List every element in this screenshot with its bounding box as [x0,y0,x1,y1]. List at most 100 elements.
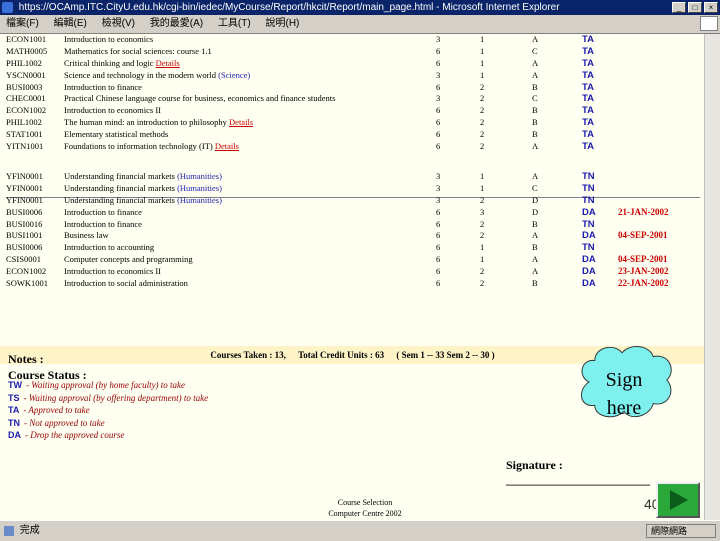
table-row: YFIN0001 Understanding financial markets … [6,183,698,195]
legend-text: - Not approved to take [24,417,105,428]
course-code: BUSI0016 [6,218,43,229]
legend-text: - Approved to take [23,405,90,415]
minimize-button[interactable]: _ [672,2,686,13]
category-link[interactable]: (Humanities) [177,171,222,181]
details-link[interactable]: Details [215,141,239,151]
course-status: TA [582,128,594,140]
table-row: MATH0005 Mathematics for social sciences:… [6,46,698,58]
menu-view[interactable]: 檢視(V) [102,18,135,29]
course-status: TA [582,81,594,93]
close-button[interactable]: × [704,2,718,13]
approved-courses-table: ECON1001 Introduction to economics 3 1 A TA MA… [6,34,698,152]
course-semester: 2 [480,230,485,241]
course-grade: B [532,81,538,92]
course-code: CHEC0001 [6,93,46,104]
course-semester: 1 [480,183,485,194]
course-title: Understanding financial markets (Humanit… [64,195,436,207]
course-units: 3 [436,93,441,104]
legend-code: TS [8,392,20,403]
category-link[interactable]: (Science) [218,70,250,80]
course-title: Introduction to finance [64,218,436,230]
table-row: BUSI0016 Introduction to finance 6 2 B TN [6,218,698,230]
menu-favorites[interactable]: 我的最愛(A) [150,18,203,29]
vertical-scrollbar[interactable] [704,34,720,520]
course-semester: 2 [480,218,485,229]
status-date [618,195,698,207]
table-row: CHEC0001 Practical Chinese language cours… [6,93,698,105]
internet-explorer-icon [2,2,13,13]
legend-text: - Waiting approval (by home faculty) to … [26,380,186,390]
legend-code: TA [8,405,20,415]
course-code: STAT1001 [6,128,43,139]
course-code: SOWK1001 [6,277,49,288]
slide-footer: Course Selection Computer Centre 2002 [300,497,430,519]
course-status: TA [582,46,594,58]
course-grade: A [532,57,539,68]
footer-course-selection: Course Selection [337,498,393,507]
course-title-text: Introduction to economics II [64,265,162,276]
course-grade: B [532,116,538,127]
course-title: Business law [64,230,436,242]
course-units: 6 [436,253,441,264]
course-units: 3 [436,171,441,182]
course-semester: 2 [480,265,485,276]
page-done-icon [4,526,14,536]
next-slide-button[interactable] [656,482,700,518]
course-grade: A [532,140,539,151]
course-title: Introduction to economics II [64,265,436,277]
table-row: YFIN0001 Understanding financial markets … [6,195,698,207]
course-status: TA [582,34,594,46]
legend-code: DA [8,430,21,440]
details-link[interactable]: Details [229,117,253,127]
course-title-text: Introduction to finance [64,81,142,92]
table-row: PHIL1002 The human mind: an introduction … [6,117,698,129]
category-link[interactable]: (Humanities) [177,195,222,205]
course-title-text: The human mind: an introduction to philo… [64,116,227,127]
course-code: ECON1002 [6,265,47,276]
details-link[interactable]: Details [156,58,180,68]
course-status: DA [582,277,596,289]
course-title-text: Understanding financial markets [64,171,175,182]
menu-tools[interactable]: 工具(T) [218,18,251,29]
course-title: Introduction to accounting [64,242,436,254]
courses-taken: Courses Taken : 13, [210,350,286,360]
course-title: Introduction to social administration [64,277,436,289]
table-row: BUSI0003 Introduction to finance 6 2 B TA [6,81,698,93]
window-controls: _ □ × [672,2,718,13]
course-semester: 1 [480,69,485,80]
menu-help[interactable]: 說明(H) [266,18,300,29]
course-title: Practical Chinese language course for bu… [64,93,436,105]
course-title-text: Foundations to information technology (I… [64,140,213,151]
status-bar: 完成 網際網路 [0,520,720,541]
course-status: TA [582,116,594,128]
course-title-text: Business law [64,230,109,241]
sign-here-text: Sign here [605,369,643,419]
legend-item: DA - Drop the approved course [8,429,208,442]
course-title: Science and technology in the modern wor… [64,69,436,81]
legend-item: TN - Not approved to take [8,417,208,430]
security-zone: 網際網路 [646,524,716,538]
course-status: TA [582,57,594,69]
course-status: TN [582,183,595,195]
course-units: 6 [436,128,441,139]
course-title: Critical thinking and logic Details [64,58,436,70]
category-link[interactable]: (Humanities) [177,183,222,193]
status-date [618,105,698,117]
course-title: Introduction to economics [64,34,436,46]
course-units: 6 [436,230,441,241]
course-grade: D [532,194,539,205]
course-title-text: Computer concepts and programming [64,253,193,264]
course-code: MATH0005 [6,46,48,57]
course-grade: B [532,242,538,253]
course-status: TN [582,218,595,230]
table-row: CSIS0001 Computer concepts and programmin… [6,254,698,266]
maximize-button[interactable]: □ [688,2,702,13]
course-status: DA [582,230,596,242]
menu-edit[interactable]: 編輯(E) [54,18,87,29]
table-row: ECON1001 Introduction to economics 3 1 A TA [6,34,698,46]
legend-code: TN [8,417,20,428]
course-semester: 1 [480,46,485,57]
status-date [618,81,698,93]
menu-file[interactable]: 檔案(F) [6,18,39,29]
course-semester: 2 [480,128,485,139]
